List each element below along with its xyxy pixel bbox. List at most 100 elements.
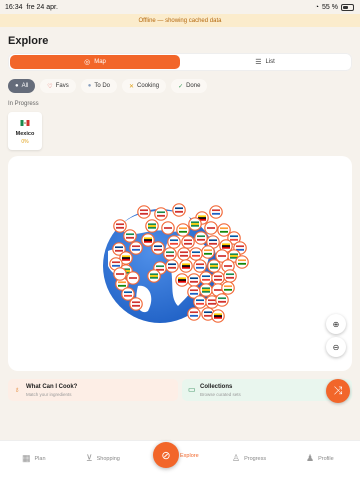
country-pin[interactable] bbox=[193, 259, 207, 273]
country-card-mexico[interactable]: Mexico 0% bbox=[8, 112, 42, 150]
shuffle-icon: ⤨ bbox=[333, 384, 343, 397]
country-pin[interactable] bbox=[179, 259, 193, 273]
tab-label: Explore bbox=[180, 453, 199, 459]
country-pin[interactable] bbox=[137, 205, 151, 219]
tab-plan[interactable]: ▦ Plan bbox=[22, 453, 46, 464]
country-pin[interactable] bbox=[113, 219, 127, 233]
filter-label: Favs bbox=[55, 83, 69, 89]
filter-label: Done bbox=[186, 83, 201, 89]
status-right: ◔ 55 % bbox=[315, 4, 354, 11]
country-pin[interactable] bbox=[235, 255, 249, 269]
country-pin[interactable] bbox=[201, 245, 215, 259]
shuffle-button[interactable]: ⤨ bbox=[326, 379, 350, 403]
filter-label: Cooking bbox=[137, 83, 160, 89]
tab-profile[interactable]: ♟ Profile bbox=[306, 453, 334, 464]
tab-progress[interactable]: ♙ Progress bbox=[232, 453, 266, 464]
filter-chip-all[interactable]: ● All bbox=[8, 79, 36, 93]
country-pin[interactable] bbox=[145, 219, 159, 233]
country-pin[interactable] bbox=[177, 247, 191, 261]
check-circle-icon: ✓ bbox=[178, 83, 184, 90]
tab-label: Plan bbox=[34, 455, 46, 462]
country-pin[interactable] bbox=[187, 307, 201, 321]
country-pin[interactable] bbox=[113, 267, 127, 281]
country-pin[interactable] bbox=[211, 271, 225, 285]
country-pin[interactable] bbox=[147, 269, 161, 283]
country-pin[interactable] bbox=[221, 281, 235, 295]
country-pin[interactable] bbox=[207, 259, 221, 273]
country-pin[interactable] bbox=[172, 203, 186, 217]
dot-icon: ● bbox=[15, 83, 19, 89]
country-pin[interactable] bbox=[181, 235, 195, 249]
zoom-in-button[interactable]: ⊕ bbox=[326, 314, 346, 334]
filter-chips: ● All ♡ Favs ● To Do ✕ Cooking ✓ Done bbox=[8, 79, 208, 93]
map-view-label: Map bbox=[94, 59, 106, 65]
offline-banner: Offline — showing cached data bbox=[0, 14, 360, 27]
country-pin[interactable] bbox=[175, 273, 189, 287]
globe-map[interactable] bbox=[8, 156, 352, 371]
zoom-out-button[interactable]: ⊖ bbox=[326, 337, 346, 357]
country-pin[interactable] bbox=[129, 241, 143, 255]
tab-bar: ▦ Plan ⊻ Shopping Explore ♙ Progress ♟ P… bbox=[0, 440, 360, 481]
what-can-i-cook-card[interactable]: ♁ What Can I Cook? Match your ingredient… bbox=[8, 379, 178, 401]
tab-label: Profile bbox=[318, 455, 334, 462]
cook-card-subtitle: Match your ingredients bbox=[26, 392, 72, 397]
tab-shopping[interactable]: ⊻ Shopping bbox=[86, 453, 120, 464]
zoom-in-icon: ⊕ bbox=[332, 319, 340, 329]
collections-card-title: Collections bbox=[200, 384, 233, 390]
country-pin[interactable] bbox=[194, 231, 208, 245]
country-pin[interactable] bbox=[199, 283, 213, 297]
tab-label: Progress bbox=[244, 455, 267, 462]
country-pin[interactable] bbox=[161, 221, 175, 235]
battery-icon bbox=[341, 4, 354, 11]
filter-chip-cooking[interactable]: ✕ Cooking bbox=[122, 79, 167, 93]
country-pin[interactable] bbox=[123, 229, 137, 243]
status-bar: 16:34 fre 24 apr. ◔ 55 % bbox=[0, 0, 360, 14]
filter-label: To Do bbox=[94, 83, 111, 89]
country-progress: 0% bbox=[21, 139, 29, 145]
country-pin[interactable] bbox=[163, 247, 177, 261]
bulb-icon: ♁ bbox=[14, 385, 20, 394]
country-pin[interactable] bbox=[209, 205, 223, 219]
list-view-button[interactable]: ☰ List bbox=[180, 55, 350, 69]
explore-fab-button[interactable]: ⊘ bbox=[153, 442, 179, 468]
globe-icon: ◎ bbox=[84, 59, 91, 66]
country-pin[interactable] bbox=[167, 235, 181, 249]
country-pin[interactable] bbox=[165, 259, 179, 273]
country-pin[interactable] bbox=[189, 247, 203, 261]
map-card: ⊕ ⊖ bbox=[8, 156, 352, 371]
compass-icon: ⊘ bbox=[161, 449, 171, 462]
country-pin[interactable] bbox=[141, 233, 155, 247]
country-pin[interactable] bbox=[188, 217, 202, 231]
filter-label: All bbox=[21, 83, 29, 89]
filter-chip-done[interactable]: ✓ Done bbox=[171, 79, 208, 93]
cart-icon: ⊻ bbox=[86, 453, 93, 463]
book-icon: ▭ bbox=[188, 385, 196, 394]
calendar-icon: ▦ bbox=[22, 453, 31, 463]
country-pin[interactable] bbox=[193, 295, 207, 309]
country-pin[interactable] bbox=[187, 273, 201, 287]
country-pin[interactable] bbox=[211, 309, 225, 323]
country-pin[interactable] bbox=[215, 293, 229, 307]
view-toggle: ◎ Map ☰ List bbox=[8, 53, 352, 71]
country-name: Mexico bbox=[15, 131, 35, 137]
filter-chip-favs[interactable]: ♡ Favs bbox=[40, 79, 76, 93]
country-pin[interactable] bbox=[129, 297, 143, 311]
filter-chip-todo[interactable]: ● To Do bbox=[80, 79, 118, 93]
wifi-icon: ◔ bbox=[314, 4, 320, 11]
country-pin[interactable] bbox=[126, 271, 140, 285]
map-view-button[interactable]: ◎ Map bbox=[10, 55, 180, 69]
country-pin[interactable] bbox=[154, 207, 168, 221]
status-time: 16:34 fre 24 apr. bbox=[5, 4, 58, 11]
person-icon: ♟ bbox=[306, 453, 315, 463]
page-title: Explore bbox=[8, 35, 49, 47]
tab-label: Shopping bbox=[96, 455, 120, 462]
country-pin[interactable] bbox=[199, 271, 213, 285]
country-pin[interactable] bbox=[176, 223, 190, 237]
country-pin[interactable] bbox=[223, 269, 237, 283]
medal-icon: ♙ bbox=[232, 453, 241, 463]
zoom-out-icon: ⊖ bbox=[332, 342, 340, 352]
in-progress-heading: In Progress bbox=[8, 101, 39, 107]
utensils-icon: ✕ bbox=[129, 83, 135, 90]
country-pin[interactable] bbox=[204, 221, 218, 235]
heart-icon: ♡ bbox=[47, 83, 53, 90]
